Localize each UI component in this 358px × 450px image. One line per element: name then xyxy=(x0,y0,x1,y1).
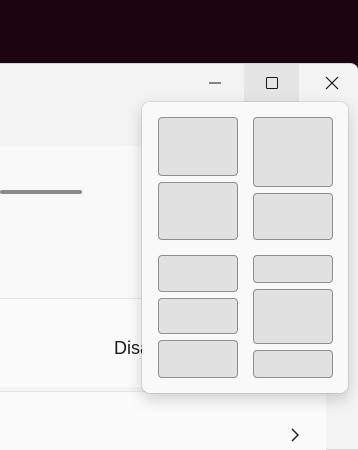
close-icon xyxy=(325,76,338,90)
snap-zone[interactable] xyxy=(253,289,333,344)
slider-track[interactable] xyxy=(0,190,82,194)
snap-zone[interactable] xyxy=(158,255,238,292)
snap-layouts-flyout xyxy=(142,102,348,393)
snap-zone[interactable] xyxy=(158,117,238,176)
snap-zone[interactable] xyxy=(253,350,333,378)
snap-zone[interactable] xyxy=(158,182,238,240)
chevron-right-icon[interactable] xyxy=(289,427,301,448)
maximize-button[interactable] xyxy=(244,64,299,102)
maximize-icon xyxy=(265,77,278,89)
snap-zone[interactable] xyxy=(253,193,333,240)
nav-card[interactable] xyxy=(0,391,326,450)
minimize-button[interactable] xyxy=(192,64,238,102)
minimize-icon xyxy=(209,82,221,84)
snap-zone[interactable] xyxy=(158,298,238,334)
snap-zone[interactable] xyxy=(253,117,333,187)
snap-zone[interactable] xyxy=(253,255,333,283)
snap-zone[interactable] xyxy=(158,340,238,378)
close-button[interactable] xyxy=(305,64,358,102)
